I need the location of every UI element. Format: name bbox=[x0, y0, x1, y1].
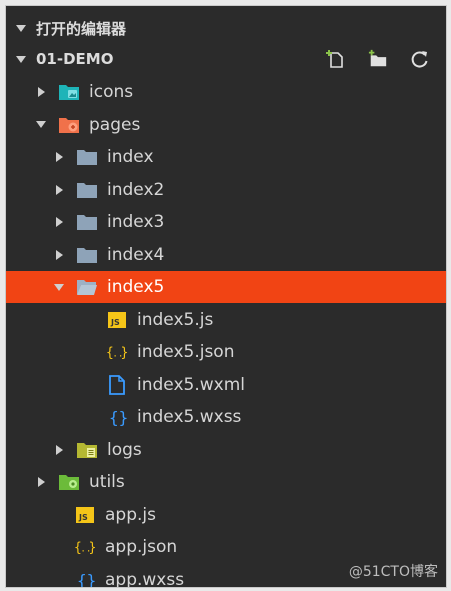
folder-image-icon bbox=[58, 81, 80, 103]
explorer-panel: 打开的编辑器 01-DEMO icons pages index index2 … bbox=[5, 5, 447, 588]
chevron-down-icon[interactable] bbox=[54, 271, 64, 303]
js-file-icon: JS bbox=[74, 504, 96, 526]
svg-text:}: } bbox=[121, 346, 128, 361]
chevron-down-icon bbox=[16, 24, 30, 32]
folder-icon bbox=[76, 179, 98, 201]
tree-item-label: app.js bbox=[105, 504, 156, 525]
chevron-right-icon[interactable] bbox=[54, 239, 64, 271]
svg-text:JS: JS bbox=[78, 513, 88, 522]
svg-text:{}: {} bbox=[109, 408, 127, 427]
tree-item[interactable]: JS app.js bbox=[6, 499, 446, 531]
chevron-right-icon[interactable] bbox=[54, 206, 64, 238]
chevron-down-icon[interactable] bbox=[36, 109, 46, 141]
tree-item[interactable]: pages bbox=[6, 109, 446, 141]
svg-text:JS: JS bbox=[110, 318, 120, 327]
folder-icon bbox=[76, 211, 98, 233]
tree-item-label: index2 bbox=[107, 179, 165, 200]
json-file-icon: {..} bbox=[106, 341, 128, 363]
chevron-right-icon[interactable] bbox=[54, 434, 64, 466]
wxml-file-icon bbox=[106, 374, 128, 396]
project-header[interactable]: 01-DEMO bbox=[6, 44, 446, 74]
wxss-file-icon: {} bbox=[74, 569, 96, 589]
chevron-right-icon[interactable] bbox=[54, 174, 64, 206]
folder-icon bbox=[76, 146, 98, 168]
tree-item-label: index4 bbox=[107, 244, 165, 265]
tree-item-label: index3 bbox=[107, 212, 165, 232]
chevron-right-icon[interactable] bbox=[36, 76, 46, 108]
tree-item[interactable]: utils bbox=[6, 466, 446, 498]
folder-open-icon bbox=[76, 276, 98, 298]
tree-item[interactable]: JS index5.js bbox=[6, 304, 446, 336]
tree-item-label: index5.json bbox=[137, 342, 235, 362]
tree-item[interactable]: index5 bbox=[6, 271, 446, 303]
wxss-file-icon: {} bbox=[106, 406, 128, 428]
tree-item-label: index5.wxss bbox=[137, 407, 242, 427]
folder-utils-icon bbox=[58, 471, 80, 493]
folder-logs-icon bbox=[76, 439, 98, 461]
svg-text:{}: {} bbox=[77, 571, 95, 589]
tree-item-label: utils bbox=[89, 472, 125, 492]
tree-item[interactable]: index bbox=[6, 141, 446, 173]
tree-item-label: index5.wxml bbox=[137, 374, 245, 395]
folder-icon bbox=[76, 244, 98, 266]
tree-item[interactable]: logs bbox=[6, 434, 446, 466]
tree-item[interactable]: index4 bbox=[6, 239, 446, 271]
tree-item[interactable]: icons bbox=[6, 76, 446, 108]
new-file-icon[interactable] bbox=[326, 49, 346, 69]
chevron-down-icon bbox=[16, 55, 30, 63]
tree-item-label: pages bbox=[89, 114, 141, 135]
tree-item-label: icons bbox=[89, 82, 134, 102]
tree-item-label: logs bbox=[107, 439, 142, 460]
tree-item[interactable]: {} index5.wxss bbox=[6, 401, 446, 433]
chevron-right-icon[interactable] bbox=[54, 141, 64, 173]
refresh-icon[interactable] bbox=[410, 49, 430, 69]
tree-item[interactable]: {..} app.json bbox=[6, 531, 446, 563]
tree-item-label: index5 bbox=[107, 277, 165, 297]
tree-item[interactable]: index5.wxml bbox=[6, 369, 446, 401]
tree-item-label: app.wxss bbox=[105, 569, 185, 588]
chevron-right-icon[interactable] bbox=[36, 466, 46, 498]
new-folder-icon[interactable] bbox=[368, 49, 388, 69]
js-file-icon: JS bbox=[106, 309, 128, 331]
tree-item[interactable]: index2 bbox=[6, 174, 446, 206]
tree-item[interactable]: index3 bbox=[6, 206, 446, 238]
watermark: @51CTO博客 bbox=[348, 564, 438, 580]
svg-text:}: } bbox=[89, 541, 96, 556]
tree-item-label: index5.js bbox=[137, 309, 214, 330]
tree-item-label: index bbox=[107, 147, 154, 167]
open-editors-header[interactable]: 打开的编辑器 bbox=[6, 13, 446, 43]
project-toolbar bbox=[326, 44, 430, 74]
project-title: 01-DEMO bbox=[36, 50, 114, 68]
folder-pages-icon bbox=[58, 114, 80, 136]
open-editors-title: 打开的编辑器 bbox=[36, 19, 127, 38]
tree-item[interactable]: {..} index5.json bbox=[6, 336, 446, 368]
tree-item-label: app.json bbox=[105, 537, 178, 557]
json-file-icon: {..} bbox=[74, 536, 96, 558]
